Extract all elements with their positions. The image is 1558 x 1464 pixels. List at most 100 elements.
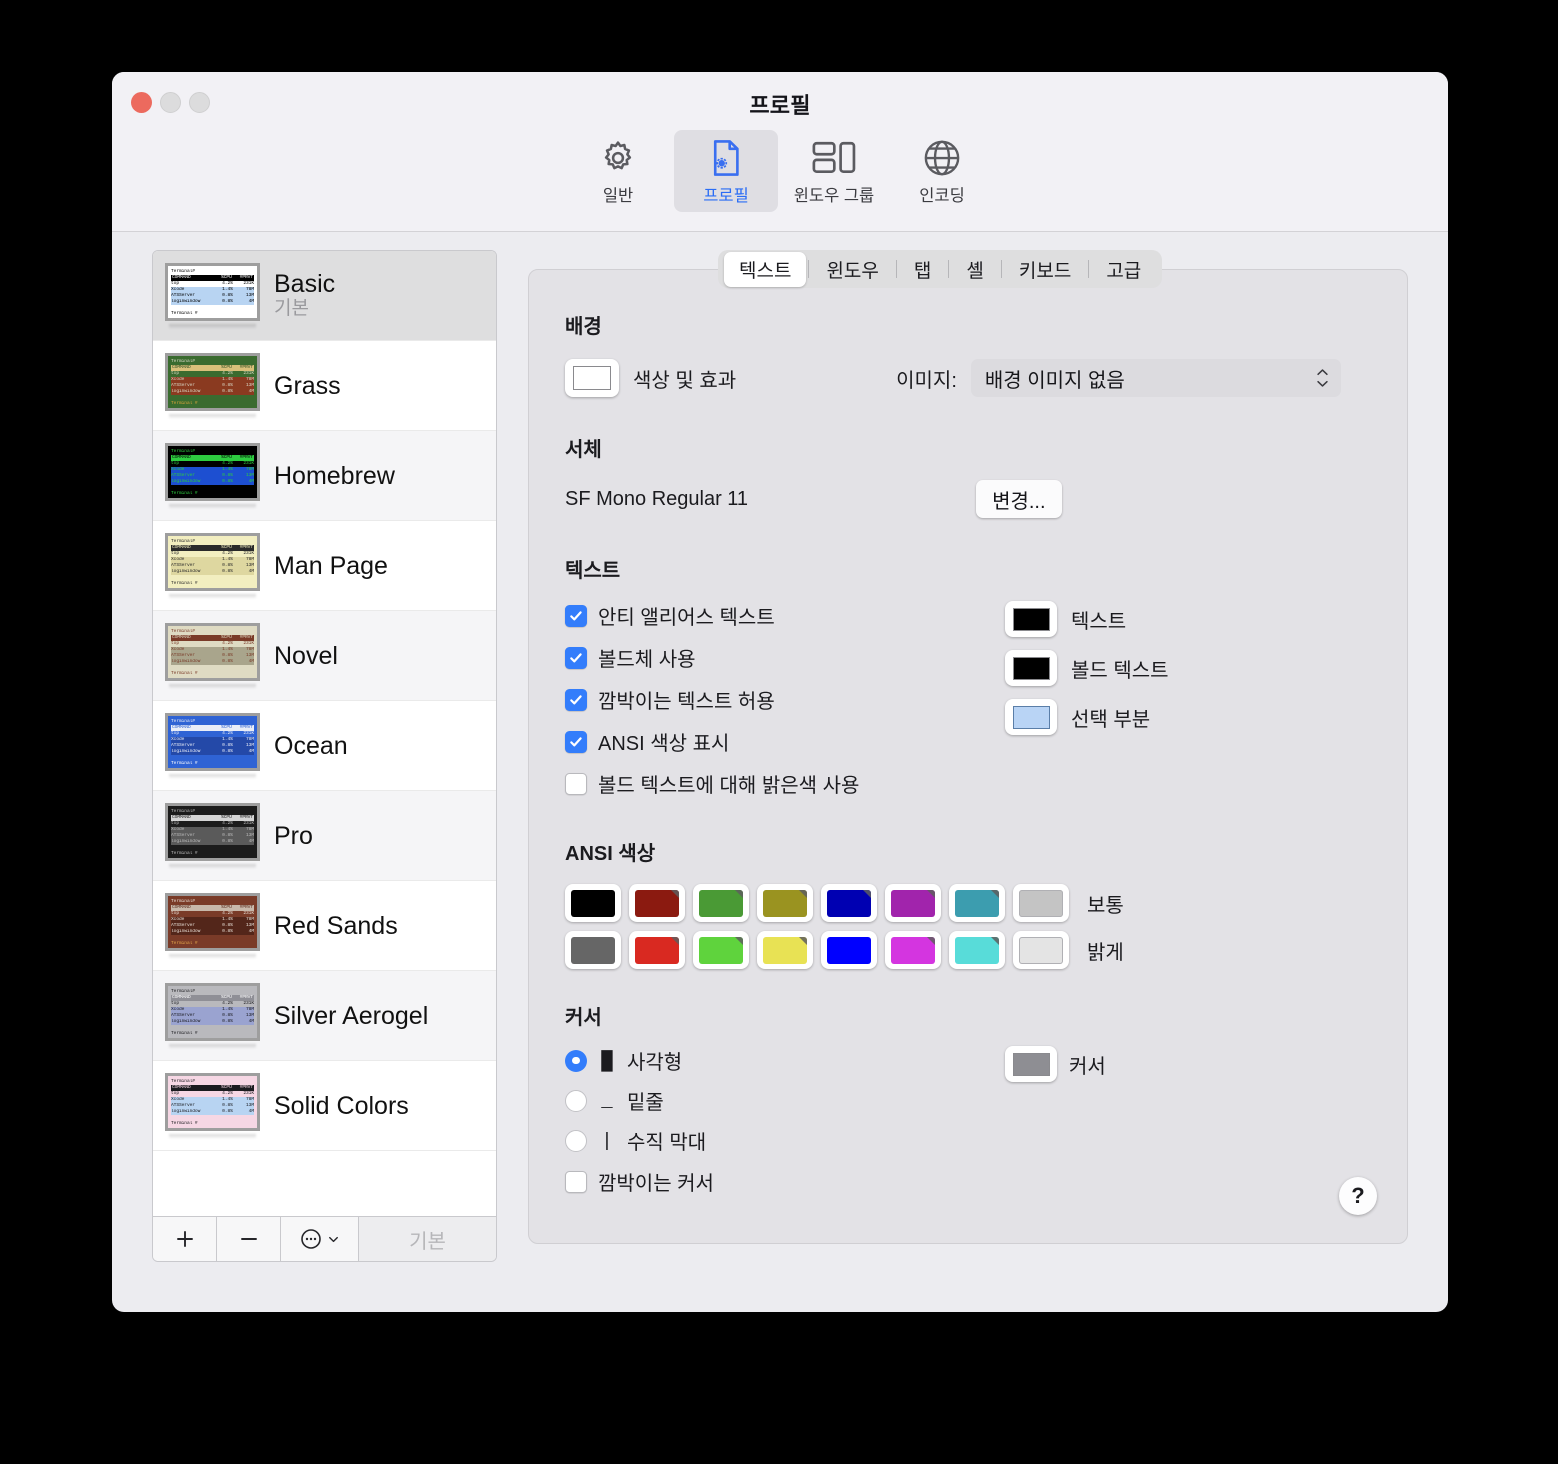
- remove-profile-button[interactable]: [217, 1217, 281, 1261]
- background-color-effects-label: 색상 및 효과: [633, 369, 737, 392]
- color-well-label: 볼드 텍스트: [1071, 659, 1169, 682]
- ansi-color-swatch[interactable]: [885, 931, 941, 969]
- chevron-down-icon: [328, 1236, 338, 1242]
- checkbox-row[interactable]: 볼드체 사용: [565, 643, 995, 672]
- ansi-color-swatch[interactable]: [693, 931, 749, 969]
- profile-name: Man Page: [274, 551, 388, 580]
- toolbar-item-encodings[interactable]: 인코딩: [890, 130, 994, 212]
- ansi-color-swatch[interactable]: [821, 931, 877, 969]
- list-item[interactable]: Terminal# COMMAND %CPU #PRVT top 4.2% 231K Xcod…: [153, 701, 496, 791]
- checkbox-row[interactable]: 깜박이는 커서: [565, 1167, 995, 1196]
- window-group-icon: [812, 138, 856, 178]
- tab-5[interactable]: 키보드: [1004, 252, 1086, 287]
- list-item[interactable]: Terminal# COMMAND %CPU #PRVT top 4.2% 231K Xcod…: [153, 611, 496, 701]
- tab-4[interactable]: 셸: [951, 252, 998, 287]
- profile-labels: Solid Colors: [274, 1092, 409, 1120]
- ansi-color-rows: 보통 밝게: [565, 884, 1371, 969]
- color-well[interactable]: [1005, 601, 1057, 637]
- checkbox-unchecked-icon[interactable]: [565, 772, 587, 795]
- list-item[interactable]: Terminal# COMMAND %CPU #PRVT top 4.2% 231K Xcod…: [153, 431, 496, 521]
- thumbnail-screen: Terminal# COMMAND %CPU #PRVT top 4.2% 231K Xcod…: [168, 985, 257, 1038]
- ansi-color-swatch[interactable]: [1013, 884, 1069, 922]
- checkbox-row[interactable]: ANSI 색상 표시: [565, 727, 995, 756]
- radio-label: 밑줄: [627, 1092, 664, 1114]
- ansi-color-swatch[interactable]: [693, 884, 749, 922]
- ansi-color-chip: [763, 936, 807, 964]
- thumbnail-screen: Terminal# COMMAND %CPU #PRVT top 4.2% 231K Xcod…: [168, 715, 257, 768]
- ansi-color-chip: [571, 936, 615, 964]
- checkbox-row[interactable]: 깜박이는 텍스트 허용: [565, 685, 995, 714]
- checkbox-row[interactable]: 안티 앨리어스 텍스트: [565, 601, 995, 630]
- profile-labels: Homebrew: [274, 462, 395, 490]
- radio-row[interactable]: █ 사각형: [565, 1046, 995, 1075]
- font-change-button[interactable]: 변경...: [976, 480, 1062, 518]
- profiles-list[interactable]: Terminal# COMMAND %CPU #PRVT top 4.2% 231K Xcod…: [152, 250, 497, 1216]
- ansi-color-swatch[interactable]: [1013, 931, 1069, 969]
- set-default-button[interactable]: 기본: [359, 1217, 496, 1261]
- checkbox-checked-icon[interactable]: [565, 688, 587, 711]
- radio-unselected-icon[interactable]: [565, 1089, 587, 1112]
- tab-2[interactable]: 윈도우: [811, 252, 893, 287]
- thumbnail-frame: Terminal# COMMAND %CPU #PRVT top 4.2% 231K Xcod…: [165, 712, 260, 771]
- tab-separator: [808, 260, 810, 278]
- ansi-color-chip: [699, 936, 743, 964]
- ansi-color-swatch[interactable]: [629, 884, 685, 922]
- color-chip: [1012, 656, 1050, 680]
- checkbox-checked-icon[interactable]: [565, 730, 587, 753]
- list-item[interactable]: Terminal# COMMAND %CPU #PRVT top 4.2% 231K Xcod…: [153, 791, 496, 881]
- profile-actions-menu-button[interactable]: [281, 1217, 359, 1261]
- color-well-label: 텍스트: [1071, 610, 1127, 633]
- checkbox-row[interactable]: 볼드 텍스트에 대해 밝은색 사용: [565, 769, 995, 798]
- ansi-color-swatch[interactable]: [885, 884, 941, 922]
- profile-labels: Grass: [274, 372, 341, 400]
- checkbox-label: 깜박이는 텍스트 허용: [598, 691, 775, 713]
- settings-tabbar: 텍스트 윈도우 탭 셸 키보드 고급: [718, 250, 1163, 288]
- ansi-color-swatch[interactable]: [565, 931, 621, 969]
- ansi-color-swatch[interactable]: [757, 884, 813, 922]
- profile-name: Silver Aerogel: [274, 1001, 429, 1030]
- thumbnail-screen: Terminal# COMMAND %CPU #PRVT top 4.2% 231K Xcod…: [168, 265, 257, 318]
- checkbox-unchecked-icon[interactable]: [565, 1170, 587, 1193]
- toolbar-item-general[interactable]: 일반: [566, 130, 670, 212]
- ansi-color-swatch[interactable]: [629, 931, 685, 969]
- radio-unselected-icon[interactable]: [565, 1129, 587, 1152]
- ansi-color-swatch[interactable]: [949, 884, 1005, 922]
- tab-1[interactable]: 텍스트: [724, 251, 807, 287]
- list-item[interactable]: Terminal# COMMAND %CPU #PRVT top 4.2% 231K Xcod…: [153, 341, 496, 431]
- ansi-color-swatch[interactable]: [821, 884, 877, 922]
- thumbnail-process-row: loginwindow 0.8% 4M: [171, 658, 254, 665]
- profile-labels: Ocean: [274, 732, 348, 760]
- background-color-well[interactable]: [565, 359, 619, 397]
- thumbnail-process-row: loginwindow 0.8% 4M: [171, 388, 254, 395]
- thumbnail-frame: Terminal# COMMAND %CPU #PRVT top 4.2% 231K Xcod…: [165, 442, 260, 501]
- list-item[interactable]: Terminal# COMMAND %CPU #PRVT top 4.2% 231K Xcod…: [153, 881, 496, 971]
- tab-separator: [895, 260, 897, 278]
- radio-selected-icon[interactable]: [565, 1049, 587, 1072]
- tab-3[interactable]: 탭: [899, 252, 946, 287]
- checkbox-checked-icon[interactable]: [565, 646, 587, 669]
- list-item[interactable]: Terminal# COMMAND %CPU #PRVT top 4.2% 231K Xcod…: [153, 251, 496, 341]
- ansi-color-swatch[interactable]: [757, 931, 813, 969]
- checkbox-label: 안티 앨리어스 텍스트: [598, 607, 775, 629]
- ansi-color-swatch[interactable]: [565, 884, 621, 922]
- radio-row[interactable]: _ 밑줄: [565, 1086, 995, 1115]
- cursor-color-well[interactable]: [1005, 1046, 1057, 1082]
- toolbar-item-profiles[interactable]: 프로필: [674, 130, 778, 212]
- list-item[interactable]: Terminal# COMMAND %CPU #PRVT top 4.2% 231K Xcod…: [153, 521, 496, 611]
- profile-thumbnail: Terminal# COMMAND %CPU #PRVT top 4.2% 231K Xcod…: [165, 982, 260, 1049]
- ansi-color-swatch[interactable]: [949, 931, 1005, 969]
- profiles-list-items: Terminal# COMMAND %CPU #PRVT top 4.2% 231K Xcod…: [153, 251, 496, 1151]
- help-button[interactable]: ?: [1339, 1177, 1377, 1215]
- list-item[interactable]: Terminal# COMMAND %CPU #PRVT top 4.2% 231K Xcod…: [153, 971, 496, 1061]
- color-well[interactable]: [1005, 650, 1057, 686]
- list-item[interactable]: Terminal# COMMAND %CPU #PRVT top 4.2% 231K Xcod…: [153, 1061, 496, 1151]
- radio-row[interactable]: | 수직 막대: [565, 1126, 995, 1155]
- checkbox-checked-icon[interactable]: [565, 604, 587, 627]
- add-profile-button[interactable]: [153, 1217, 217, 1261]
- background-image-popup[interactable]: 배경 이미지 없음: [970, 359, 1341, 397]
- toolbar-item-window-groups[interactable]: 윈도우 그룹: [782, 130, 886, 212]
- color-well[interactable]: [1005, 699, 1057, 735]
- tab-6[interactable]: 고급: [1091, 252, 1156, 287]
- profile-thumbnail: Terminal# COMMAND %CPU #PRVT top 4.2% 231K Xcod…: [165, 532, 260, 599]
- thumbnail-frame: Terminal# COMMAND %CPU #PRVT top 4.2% 231K Xcod…: [165, 892, 260, 951]
